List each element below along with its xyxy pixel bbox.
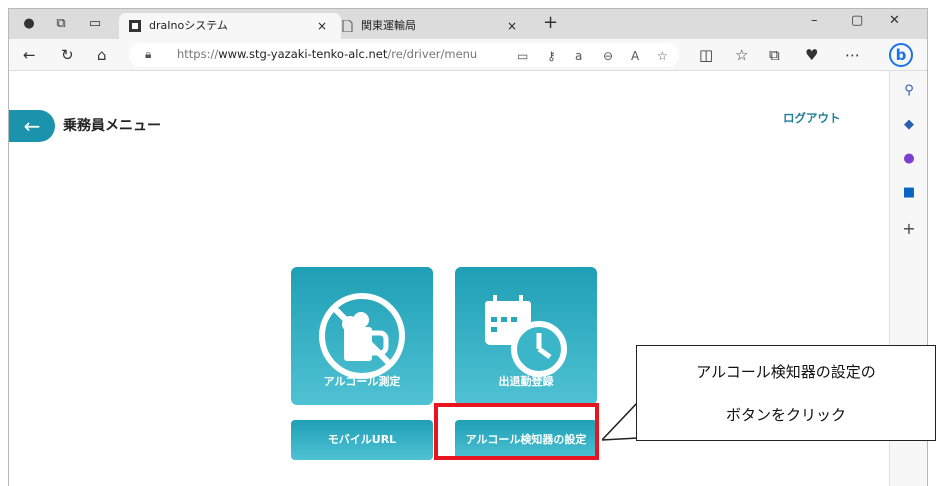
tab-kanto[interactable]: 関東運輸局 × [331,13,531,39]
office-icon[interactable]: ● [901,151,917,167]
key-icon[interactable]: ⚷ [547,49,556,63]
callout-line-2: ボタンをクリック [725,406,846,424]
collections-icon[interactable]: ⧉ [769,46,780,64]
maximize-button[interactable]: ▢ [851,13,863,28]
logout-link[interactable]: ログアウト [783,110,841,126]
tab-title: 関東運輸局 [361,19,416,32]
video-icon[interactable]: ▭ [517,49,528,63]
attendance-tile[interactable]: 出退勤登録 [455,267,597,405]
zoom-icon[interactable]: ⊖ [603,49,613,63]
arrow-left-icon: ← [23,114,41,138]
performance-icon[interactable]: ♥ [805,46,818,64]
search-icon[interactable]: ⚲ [901,83,917,99]
more-icon[interactable]: ⋯ [845,46,860,64]
lock-icon[interactable]: 🔒︎ [145,47,151,62]
tab-draino[interactable]: draInoシステム × [119,13,341,39]
add-icon[interactable]: + [901,221,917,237]
alcohol-test-tile[interactable]: アルコール測定 [291,267,433,405]
copilot-icon[interactable]: b [889,43,913,67]
tab-title: draInoシステム [149,19,228,32]
page-title: 乗務員メニュー [63,118,161,134]
new-tab-button[interactable]: + [543,12,558,33]
read-aloud-icon[interactable]: A [631,49,639,63]
workspaces-icon[interactable]: ⧉ [53,16,69,32]
favorite-star-icon[interactable]: ☆ [657,49,668,63]
callout-line-1: アルコール検知器の設定の [696,363,876,381]
no-alcohol-icon [319,293,405,379]
reload-icon[interactable]: ↻ [61,46,74,64]
tile-label: アルコール測定 [323,375,401,388]
close-tab-icon[interactable]: × [507,13,517,39]
favorites-icon[interactable]: ☆ [735,46,748,64]
close-tab-icon[interactable]: × [317,13,327,39]
url-text: https://www.stg-yazaki-tenko-alc.net/re/… [177,47,478,61]
highlight-box [434,403,599,460]
tab-bar: ● ⧉ ▭ draInoシステム × 関東運輸局 × + – ▢ ✕ [9,9,927,39]
outlook-icon[interactable]: ■ [901,185,917,201]
mobile-url-button[interactable]: モバイルURL [291,420,433,460]
back-button[interactable]: ← [9,110,55,142]
app-favicon-icon [129,20,141,32]
home-icon[interactable]: ⌂ [97,46,107,64]
profile-icon[interactable]: ● [21,16,37,32]
address-bar[interactable]: 🔒︎ https://www.stg-yazaki-tenko-alc.net/… [129,43,679,67]
calendar-clock-icon [485,295,567,377]
tag-icon[interactable]: ◆ [901,117,917,133]
tile-label: 出退勤登録 [498,375,554,388]
toolbar: ← ↻ ⌂ 🔒︎ https://www.stg-yazaki-tenko-al… [9,39,927,71]
window-close-button[interactable]: ✕ [889,13,900,28]
page-favicon-icon [342,20,353,32]
translate-icon[interactable]: a [575,49,582,63]
split-screen-icon[interactable]: ◫ [699,46,713,64]
tab-actions-icon[interactable]: ▭ [87,16,103,32]
instruction-callout: アルコール検知器の設定の ボタンをクリック [636,345,936,441]
minimize-button[interactable]: – [811,13,818,28]
back-icon[interactable]: ← [23,46,36,64]
